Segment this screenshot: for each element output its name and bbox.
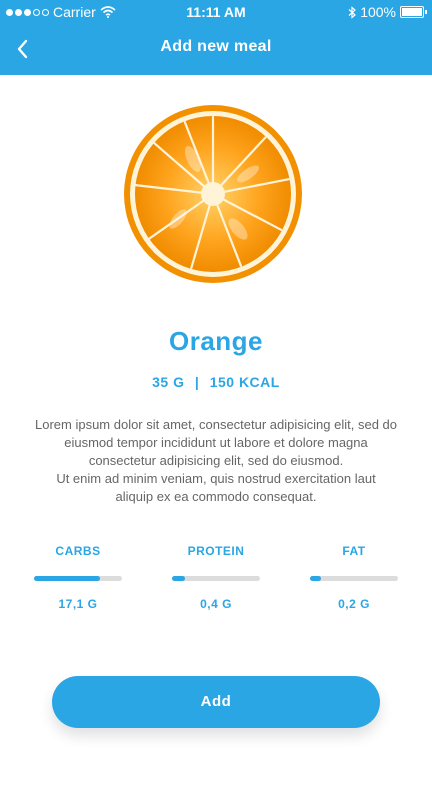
battery-label: 100% <box>360 4 396 20</box>
description-line: consectetur adipisicing elit, sed do eiu… <box>88 453 344 468</box>
status-bar: Carrier 11:11 AM 100% <box>0 0 432 24</box>
nav-bar: Add new meal <box>0 24 432 75</box>
meal-weight: 35 G <box>152 374 185 390</box>
status-right: 100% <box>348 4 427 20</box>
macros-section: CARBS 17,1 G PROTEIN 0,4 G FAT 0,2 G <box>0 544 432 614</box>
macro-progress-track <box>172 576 260 581</box>
macro-label: PROTEIN <box>187 544 245 558</box>
macro-label: FAT <box>342 544 366 558</box>
macro-value: 0,2 G <box>338 597 370 611</box>
bluetooth-icon <box>348 5 357 19</box>
summary-separator: | <box>194 374 200 390</box>
meal-calories: 150 KCAL <box>209 374 280 390</box>
add-button[interactable]: Add <box>52 676 380 728</box>
macro-progress-fill <box>172 576 186 581</box>
macro-progress-fill <box>310 576 321 581</box>
description-line: Ut enim ad minim veniam, quis nostrud ex… <box>56 471 376 486</box>
macro-protein: PROTEIN 0,4 G <box>172 544 260 611</box>
orange-slice-image <box>124 105 302 283</box>
description-line: aliquip ex ea commodo consequat. <box>115 489 317 504</box>
meal-description: Lorem ipsum dolor sit amet, consectetur … <box>22 416 410 506</box>
macro-carbs: CARBS 17,1 G <box>34 544 122 611</box>
description-line: Lorem ipsum dolor sit amet, consectetur … <box>34 417 397 432</box>
macro-progress-track <box>34 576 122 581</box>
macro-value: 17,1 G <box>58 597 98 611</box>
macro-fat: FAT 0,2 G <box>310 544 398 611</box>
meal-summary: 35 G | 150 KCAL <box>0 374 432 390</box>
page-title: Add new meal <box>160 38 272 55</box>
macro-label: CARBS <box>55 544 101 558</box>
battery-icon <box>400 6 427 18</box>
macro-progress-track <box>310 576 398 581</box>
description-line: eiusmod tempor incididunt ut labore et d… <box>64 435 368 450</box>
meal-name: Orange <box>168 326 264 356</box>
app-header: Carrier 11:11 AM 100% Add new meal <box>0 0 432 75</box>
macro-value: 0,4 G <box>200 597 232 611</box>
macro-progress-fill <box>34 576 100 581</box>
